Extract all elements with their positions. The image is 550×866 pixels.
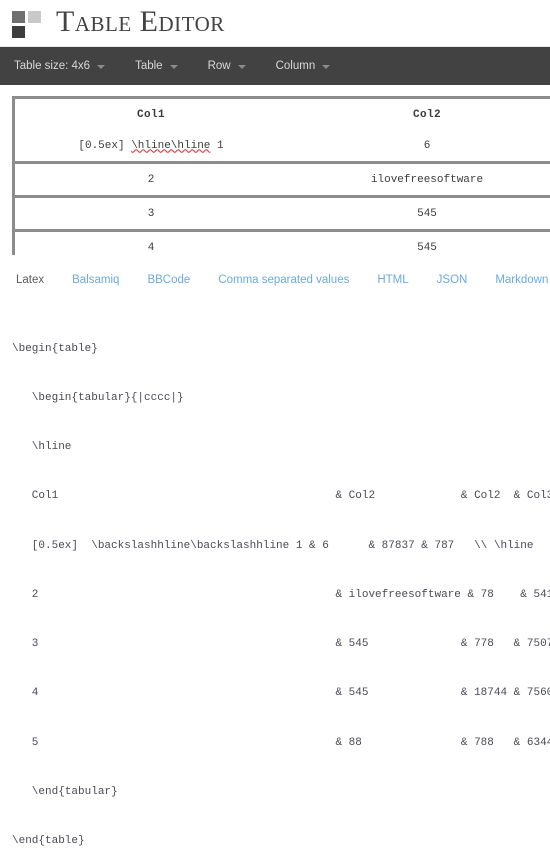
menu-table-size[interactable]: Table size: 4x6 [14,60,106,72]
tab-markdown[interactable]: Markdown [495,274,548,286]
code-line: \begin{table} [12,342,98,355]
chevron-down-icon [322,65,331,69]
tab-csv[interactable]: Comma separated values [218,274,349,286]
table-cell[interactable]: [0.5ex] \hline\hline 1 [12,130,287,161]
tab-balsamiq[interactable]: Balsamiq [72,274,119,286]
table-cell[interactable]: 6 [287,130,550,161]
chevron-down-icon [97,65,106,69]
table-editor-area: Col1 Col2 Col2 Col3 [0.5ex] \hline\hline… [0,85,550,255]
menu-table[interactable]: Table [135,60,178,72]
code-output[interactable]: \begin{table} \begin{tabular}{|cccc|} \h… [0,308,550,866]
table-row: 4 545 18744 7560 [12,229,550,255]
logo-square-top-right [28,10,41,23]
tab-html[interactable]: HTML [377,274,408,286]
code-line: 4 & 545 & 18744 & 7560 \\ \hline [31,687,550,700]
logo-square-bottom-left [12,25,25,38]
app-title: Table Editor [56,5,225,38]
menu-row[interactable]: Row [208,60,246,72]
app-header: Table Editor [0,0,550,47]
table-header-cell[interactable]: Col1 [12,96,287,130]
table-cell[interactable]: ilovefreesoftware [287,161,550,195]
chevron-down-icon [169,65,178,69]
table-cell[interactable]: 545 [287,195,550,229]
code-line: 5 & 88 & 788 & 6344 \\ [12,736,550,749]
menu-bar: Table size: 4x6 Table Row Column [0,47,550,85]
code-line: \hline [12,441,72,454]
table-cell[interactable]: 545 [287,229,550,255]
table-header-cell[interactable]: Col2 [287,96,550,130]
tab-bbcode[interactable]: BBCode [147,274,190,286]
menu-row-label: Row [207,60,231,72]
code-line: \end{table} [12,835,85,847]
code-line: Col1 & Col2 & Col2 & Col3 \\ [12,490,550,503]
cell-text-misspelled: \hline\hline [131,139,211,152]
code-line: 2 & ilovefreesoftware & 78 & 5415 \\ \hl… [31,588,550,601]
menu-table-size-label: Table size: 4x6 [14,60,91,72]
code-line: [0.5ex] \backslashhline\backslashhline 1… [12,539,534,552]
table-cell[interactable]: 4 [12,229,287,255]
table-editor-logo-icon [12,9,43,38]
code-line: \end{tabular} [12,785,118,798]
code-line: \begin{tabular}{|cccc|} [12,392,184,405]
table-header-row: Col1 Col2 Col2 Col3 [12,96,550,130]
tab-json[interactable]: JSON [437,274,468,286]
table-row: [0.5ex] \hline\hline 1 6 87837 787 [12,130,550,161]
table-cell[interactable]: 3 [12,195,287,229]
cell-text-prefix: [0.5ex] [78,139,132,152]
table-cell[interactable]: 2 [12,161,287,195]
menu-column[interactable]: Column [276,60,331,72]
menu-column-label: Column [275,60,316,72]
format-tabs: Latex Balsamiq BBCode Comma separated va… [0,269,550,291]
code-line: 3 & 545 & 778 & 7507 \\ \hline [31,638,550,651]
editor-table[interactable]: Col1 Col2 Col2 Col3 [0.5ex] \hline\hline… [12,96,550,255]
menu-table-label: Table [135,60,163,72]
chevron-down-icon [237,65,246,69]
table-row: 3 545 778 7507 [12,195,550,229]
table-row: 2 ilovefreesoftware 78 5415 [12,161,550,195]
logo-square-top-left [12,10,25,23]
tab-latex[interactable]: Latex [16,274,44,286]
cell-text-suffix: 1 [210,139,224,152]
